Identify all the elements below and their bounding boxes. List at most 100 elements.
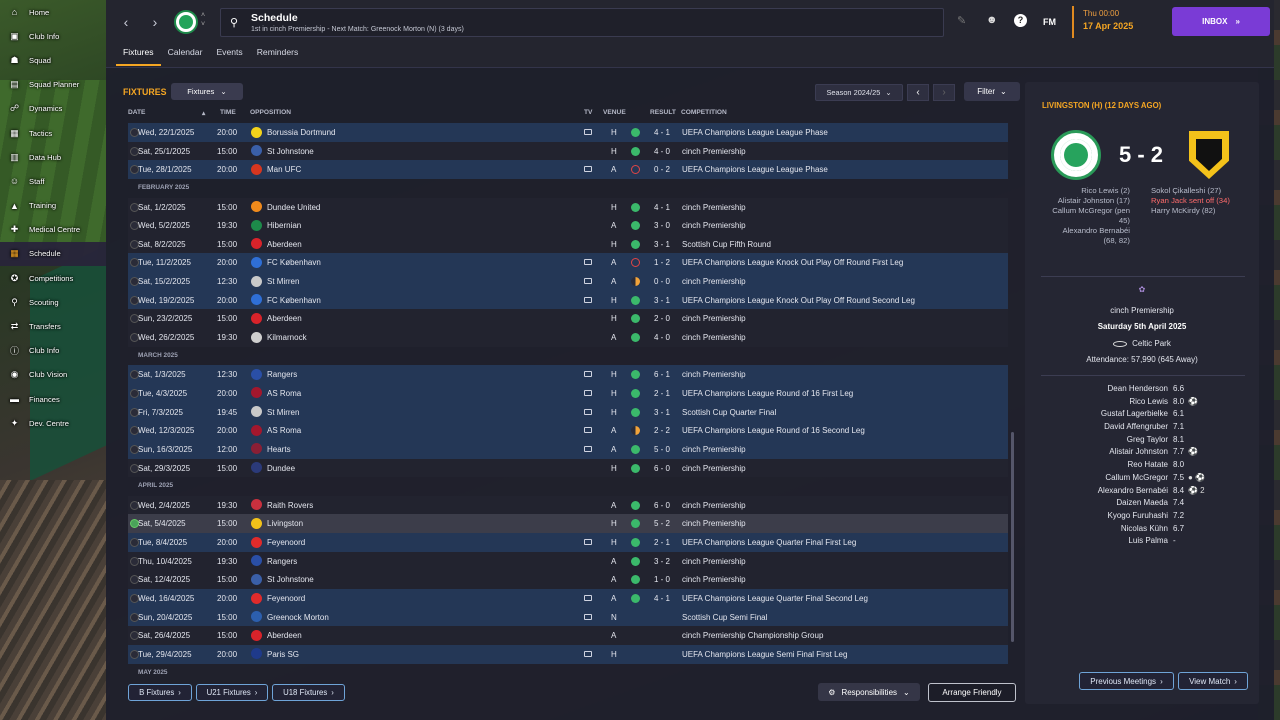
home-scorer[interactable]: 45) bbox=[1035, 216, 1130, 226]
tab-events[interactable]: Events bbox=[209, 44, 249, 66]
fixture-opposition[interactable]: Rangers bbox=[267, 557, 297, 566]
player-name[interactable]: David Affengruber bbox=[1104, 422, 1168, 431]
fixture-opposition[interactable]: Hibernian bbox=[267, 221, 301, 230]
fixture-result[interactable]: 0 - 2 bbox=[654, 165, 670, 174]
fixture-result[interactable]: 2 - 2 bbox=[654, 426, 670, 435]
fixture-opposition[interactable]: Kilmarnock bbox=[267, 333, 307, 342]
header-search-bar[interactable]: ⚲ Schedule 1st in cinch Premiership - Ne… bbox=[220, 8, 944, 37]
table-row[interactable]: Sun, 16/3/2025 12:00 Hearts A 5 - 0 cinch Pre… bbox=[128, 439, 1008, 459]
table-row[interactable]: Tue, 29/4/2025 20:00 Paris SG H UEFA Champio… bbox=[128, 644, 1008, 664]
table-row[interactable]: Wed, 16/4/2025 20:00 Feyenoord A 4 - 1 UEFA C… bbox=[128, 589, 1008, 608]
player-name[interactable]: Alexandro Bernabéi bbox=[1098, 486, 1168, 495]
fixture-result[interactable]: 3 - 1 bbox=[654, 240, 670, 249]
table-row[interactable]: Sat, 12/4/2025 15:00 St Johnstone A 1 - 0 cin… bbox=[128, 570, 1008, 590]
fixture-opposition[interactable]: St Mirren bbox=[267, 408, 299, 417]
fixture-opposition[interactable]: AS Roma bbox=[267, 389, 301, 398]
fixture-competition[interactable]: UEFA Champions League Quarter Final Seco… bbox=[682, 594, 868, 603]
home-team-crest[interactable] bbox=[1051, 130, 1101, 180]
col-competition[interactable]: COMPETITION bbox=[681, 109, 727, 116]
help-icon[interactable]: ? bbox=[1014, 14, 1027, 27]
player-rating-row[interactable]: Rico Lewis 8.0 ⚽ bbox=[1025, 395, 1259, 408]
fixture-result[interactable]: 4 - 1 bbox=[654, 128, 670, 137]
home-scorer[interactable]: Alistair Johnston (17) bbox=[1035, 196, 1130, 206]
col-tv[interactable]: TV bbox=[584, 109, 592, 116]
fixture-result[interactable]: 4 - 0 bbox=[654, 333, 670, 342]
player-name[interactable]: Alistair Johnston bbox=[1109, 447, 1168, 456]
fixtures-view-dropdown[interactable]: Fixtures ⌄ bbox=[171, 83, 243, 100]
player-rating-row[interactable]: Kyogo Furuhashi 7.2 bbox=[1025, 509, 1259, 522]
fixture-competition[interactable]: cinch Premiership bbox=[682, 557, 746, 566]
fixture-competition[interactable]: cinch Premiership bbox=[682, 519, 746, 528]
table-row[interactable]: Fri, 7/3/2025 19:45 St Mirren H 3 - 1 Scottis… bbox=[128, 402, 1008, 422]
inbox-button[interactable]: INBOX » bbox=[1172, 7, 1270, 36]
tab-fixtures[interactable]: Fixtures bbox=[116, 44, 161, 66]
col-venue[interactable]: VENUE bbox=[603, 109, 626, 116]
season-dropdown[interactable]: Season 2024/25 ⌄ bbox=[815, 84, 903, 101]
sidebar-item-scouting[interactable]: ⚲ Scouting bbox=[0, 290, 106, 314]
edit-icon[interactable]: ✎ bbox=[957, 14, 966, 27]
fixture-result[interactable]: 6 - 0 bbox=[654, 464, 670, 473]
fixture-result[interactable]: 5 - 2 bbox=[654, 519, 670, 528]
club-switch-arrows[interactable]: ˄ ˅ bbox=[201, 11, 205, 29]
sidebar-item-squad-planner[interactable]: ▤ Squad Planner bbox=[0, 73, 106, 97]
sidebar-item-dynamics[interactable]: ☍ Dynamics bbox=[0, 97, 106, 121]
table-row[interactable]: Sun, 23/2/2025 15:00 Aberdeen H 2 - 0 cinch P… bbox=[128, 309, 1008, 329]
match-competition[interactable]: cinch Premiership bbox=[1025, 306, 1259, 315]
player-rating-row[interactable]: Dean Henderson 6.6 bbox=[1025, 382, 1259, 395]
fixture-competition[interactable]: cinch Premiership Championship Group bbox=[682, 631, 823, 640]
u18-fixtures-button[interactable]: U18 Fixtures › bbox=[272, 684, 345, 701]
responsibilities-button[interactable]: ⚙ Responsibilities ⌄ bbox=[818, 683, 920, 701]
player-rating-row[interactable]: Callum McGregor 7.5 ● ⚽ bbox=[1025, 471, 1259, 484]
fixture-result[interactable]: 2 - 1 bbox=[654, 538, 670, 547]
fixture-result[interactable]: 4 - 0 bbox=[654, 147, 670, 156]
player-name[interactable]: Greg Taylor bbox=[1127, 435, 1168, 444]
table-row[interactable]: Wed, 2/4/2025 19:30 Raith Rovers A 6 - 0 cinc… bbox=[128, 495, 1008, 515]
away-scorer[interactable]: Sokol Çikalleshi (27) bbox=[1151, 186, 1251, 196]
fixture-competition[interactable]: UEFA Champions League Round of 16 Second… bbox=[682, 426, 865, 435]
col-date[interactable]: DATE bbox=[128, 109, 145, 116]
game-date[interactable]: Thu 00:00 17 Apr 2025 bbox=[1072, 6, 1144, 38]
fixture-competition[interactable]: cinch Premiership bbox=[682, 277, 746, 286]
fixture-opposition[interactable]: Aberdeen bbox=[267, 631, 302, 640]
player-rating-row[interactable]: Daizen Maeda 7.4 bbox=[1025, 496, 1259, 509]
fixture-opposition[interactable]: Man UFC bbox=[267, 165, 301, 174]
fm-menu-button[interactable]: FM bbox=[1043, 17, 1056, 27]
sidebar-item-staff[interactable]: ☺ Staff bbox=[0, 169, 106, 193]
fixture-competition[interactable]: cinch Premiership bbox=[682, 147, 746, 156]
previous-meetings-button[interactable]: Previous Meetings › bbox=[1079, 672, 1174, 690]
club-crest[interactable] bbox=[174, 10, 198, 34]
fixture-opposition[interactable]: Livingston bbox=[267, 519, 303, 528]
player-rating-row[interactable]: Gustaf Lagerbielke 6.1 bbox=[1025, 407, 1259, 420]
player-name[interactable]: Callum McGregor bbox=[1105, 473, 1168, 482]
fixture-competition[interactable]: cinch Premiership bbox=[682, 445, 746, 454]
fixture-competition[interactable]: cinch Premiership bbox=[682, 333, 746, 342]
arrange-friendly-button[interactable]: Arrange Friendly bbox=[928, 683, 1016, 702]
fixture-opposition[interactable]: Aberdeen bbox=[267, 314, 302, 323]
next-season-button[interactable]: › bbox=[933, 84, 955, 101]
fixture-opposition[interactable]: St Johnstone bbox=[267, 147, 314, 156]
sidebar-item-tactics[interactable]: ▦ Tactics bbox=[0, 121, 106, 145]
sidebar-item-home[interactable]: ⌂ Home bbox=[0, 0, 106, 24]
fixture-opposition[interactable]: AS Roma bbox=[267, 426, 301, 435]
table-row[interactable]: Sat, 25/1/2025 15:00 St Johnstone H 4 - 0 cin… bbox=[128, 141, 1008, 161]
player-name[interactable]: Reo Hatate bbox=[1128, 460, 1168, 469]
fixture-opposition[interactable]: Greenock Morton bbox=[267, 613, 329, 622]
table-row[interactable]: Sat, 1/3/2025 12:30 Rangers H 6 - 1 cinch Pre… bbox=[128, 365, 1008, 384]
fixture-result[interactable]: 1 - 2 bbox=[654, 258, 670, 267]
table-row[interactable]: Sun, 20/4/2025 15:00 Greenock Morton N Scott… bbox=[128, 607, 1008, 627]
fixture-competition[interactable]: UEFA Champions League Round of 16 First … bbox=[682, 389, 853, 398]
fixture-result[interactable]: 4 - 1 bbox=[654, 594, 670, 603]
fixture-competition[interactable]: cinch Premiership bbox=[682, 575, 746, 584]
sidebar-item-finances[interactable]: ▬ Finances bbox=[0, 387, 106, 411]
table-row[interactable]: Sat, 1/2/2025 15:00 Dundee United H 4 - 1 cin… bbox=[128, 197, 1008, 217]
col-opposition[interactable]: OPPOSITION bbox=[250, 109, 291, 116]
home-scorer[interactable]: Alexandro Bernabéi bbox=[1035, 226, 1130, 236]
forward-button[interactable]: › bbox=[145, 12, 165, 32]
fixture-opposition[interactable]: Raith Rovers bbox=[267, 501, 313, 510]
home-scorer[interactable]: Callum McGregor (pen bbox=[1035, 206, 1130, 216]
fixture-competition[interactable]: UEFA Champions League Quarter Final Firs… bbox=[682, 538, 856, 547]
player-name[interactable]: Nicolas Kühn bbox=[1121, 524, 1168, 533]
fixture-competition[interactable]: Scottish Cup Semi Final bbox=[682, 613, 767, 622]
table-row[interactable]: Sat, 8/2/2025 15:00 Aberdeen H 3 - 1 Scottish… bbox=[128, 234, 1008, 254]
away-team-crest[interactable] bbox=[1189, 131, 1229, 179]
